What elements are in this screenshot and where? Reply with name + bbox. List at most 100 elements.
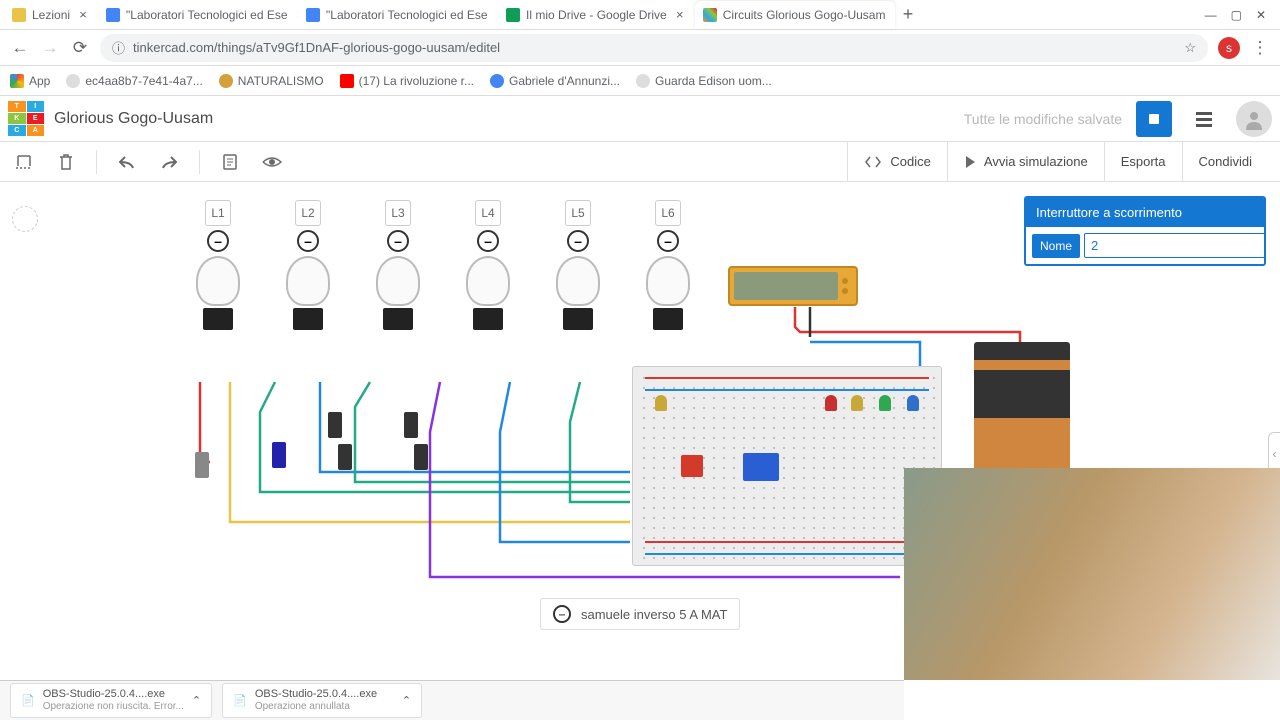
minus-icon: – <box>553 605 571 623</box>
export-button[interactable]: Esporta <box>1104 142 1182 182</box>
delete-icon[interactable] <box>54 150 78 174</box>
editor-toolbar: Codice Avvia simulazione Esporta Condivi… <box>0 142 1280 182</box>
close-icon[interactable]: × <box>76 8 90 22</box>
minus-icon[interactable]: – <box>567 230 589 252</box>
separator <box>96 150 97 174</box>
tab-drive[interactable]: Il mio Drive - Google Drive × <box>498 1 695 29</box>
file-icon: 📄 <box>21 694 35 707</box>
tab-title: "Laboratori Tecnologici ed Ese <box>326 8 487 22</box>
minus-icon[interactable]: – <box>477 230 499 252</box>
tab-circuits[interactable]: Circuits Glorious Gogo-Uusam × <box>695 1 895 29</box>
tab-title: "Laboratori Tecnologici ed Ese <box>126 8 287 22</box>
bookmark-icon <box>219 74 233 88</box>
visibility-icon[interactable] <box>260 150 284 174</box>
share-button[interactable]: Condividi <box>1182 142 1268 182</box>
zoom-to-fit-button[interactable] <box>12 206 38 232</box>
multimeter-component[interactable] <box>728 266 858 306</box>
bulb-l2[interactable]: L2– <box>285 200 331 336</box>
code-button[interactable]: Codice <box>847 142 946 182</box>
url-text: tinkercad.com/things/aTv9Gf1DnAF-gloriou… <box>133 40 500 55</box>
bookmark-item[interactable]: Guarda Edison uom... <box>636 74 772 88</box>
new-tab-button[interactable]: + <box>903 4 914 25</box>
apps-shortcut[interactable]: App <box>10 74 50 88</box>
undo-icon[interactable] <box>115 150 139 174</box>
minus-icon[interactable]: – <box>297 230 319 252</box>
menu-icon[interactable]: ⋮ <box>1250 38 1270 58</box>
user-avatar[interactable] <box>1236 101 1272 137</box>
circuit-canvas[interactable]: L1– L2– L3– L4– L5– L6– 9V Int <box>0 182 1280 680</box>
app-header: TI KE CA Glorious Gogo-Uusam Tutte le mo… <box>0 96 1280 142</box>
person-icon <box>1243 108 1265 130</box>
close-icon[interactable]: × <box>891 8 894 22</box>
close-icon[interactable]: × <box>673 8 687 22</box>
tab-lezioni[interactable]: Lezioni × <box>4 1 98 29</box>
property-name-label: Nome <box>1032 234 1080 258</box>
bulb-l1[interactable]: L1– <box>195 200 241 336</box>
led-red[interactable] <box>825 395 837 411</box>
slide-switch-component[interactable] <box>414 444 428 470</box>
tab-lab2[interactable]: "Laboratori Tecnologici ed Ese × <box>298 1 498 29</box>
reload-icon[interactable]: ⟳ <box>70 38 90 58</box>
url-input[interactable]: ⓘ tinkercad.com/things/aTv9Gf1DnAF-glori… <box>100 34 1208 62</box>
save-status: Tutte le modifiche salvate <box>964 111 1122 127</box>
chevron-up-icon[interactable]: ⌃ <box>192 694 201 707</box>
pushbutton-component[interactable] <box>195 452 209 478</box>
download-item[interactable]: 📄 OBS-Studio-25.0.4....exeOperazione non… <box>10 683 212 718</box>
notes-icon[interactable] <box>218 150 242 174</box>
project-name[interactable]: Glorious Gogo-Uusam <box>54 110 213 128</box>
slide-switch-component[interactable] <box>338 444 352 470</box>
tab-title: Il mio Drive - Google Drive <box>526 8 667 22</box>
property-name-input[interactable] <box>1084 233 1266 258</box>
favicon <box>12 8 26 22</box>
schematic-view-button[interactable] <box>1186 101 1222 137</box>
minimize-icon[interactable]: — <box>1205 8 1217 22</box>
dip-switch-component[interactable] <box>681 455 703 477</box>
bulb-l5[interactable]: L5– <box>555 200 601 336</box>
bulb-l3[interactable]: L3– <box>375 200 421 336</box>
chevron-up-icon[interactable]: ⌃ <box>402 694 411 707</box>
bulb-l4[interactable]: L4– <box>465 200 511 336</box>
led-yellow[interactable] <box>655 395 667 411</box>
led-blue[interactable] <box>907 395 919 411</box>
back-icon[interactable]: ← <box>10 38 30 58</box>
separator <box>199 150 200 174</box>
close-window-icon[interactable]: ✕ <box>1256 8 1266 22</box>
rotate-icon[interactable] <box>12 150 36 174</box>
bookmark-item[interactable]: Gabriele d'Annunzi... <box>490 74 620 88</box>
favicon <box>506 8 520 22</box>
led-yellow[interactable] <box>851 395 863 411</box>
bookmark-star-icon[interactable]: ☆ <box>1184 40 1196 56</box>
redo-icon[interactable] <box>157 150 181 174</box>
led-green[interactable] <box>879 395 891 411</box>
slide-switch-component[interactable] <box>272 442 286 468</box>
dip-switch-component[interactable] <box>743 453 779 481</box>
maximize-icon[interactable]: ▢ <box>1231 8 1242 22</box>
file-icon: 📄 <box>233 694 247 707</box>
minus-icon[interactable]: – <box>657 230 679 252</box>
site-info-icon[interactable]: ⓘ <box>112 38 125 57</box>
forward-icon[interactable]: → <box>40 38 60 58</box>
components-view-button[interactable] <box>1136 101 1172 137</box>
webcam-overlay <box>904 468 1280 680</box>
apps-icon <box>10 74 24 88</box>
owner-annotation[interactable]: – samuele inverso 5 A MAT <box>540 598 740 630</box>
multimeter-screen <box>734 272 838 300</box>
breadboard-component[interactable] <box>632 366 942 566</box>
globe-icon <box>636 74 650 88</box>
globe-icon <box>66 74 80 88</box>
minus-icon[interactable]: – <box>387 230 409 252</box>
bookmark-item[interactable]: ec4aa8b7-7e41-4a7... <box>66 74 202 88</box>
slide-switch-component[interactable] <box>404 412 418 438</box>
minus-icon[interactable]: – <box>207 230 229 252</box>
profile-avatar[interactable]: s <box>1218 37 1240 59</box>
tinkercad-logo[interactable]: TI KE CA <box>8 101 44 137</box>
downloads-bar: 📄 OBS-Studio-25.0.4....exeOperazione non… <box>0 680 904 720</box>
bookmark-item[interactable]: (17) La rivoluzione r... <box>340 74 474 88</box>
tab-lab1[interactable]: "Laboratori Tecnologici ed Ese × <box>98 1 298 29</box>
slide-switch-component[interactable] <box>328 412 342 438</box>
download-item[interactable]: 📄 OBS-Studio-25.0.4....exeOperazione ann… <box>222 683 422 718</box>
bookmark-item[interactable]: NATURALISMO <box>219 74 324 88</box>
bulb-l6[interactable]: L6– <box>645 200 691 336</box>
start-simulation-button[interactable]: Avvia simulazione <box>947 142 1104 182</box>
favicon <box>306 8 320 22</box>
